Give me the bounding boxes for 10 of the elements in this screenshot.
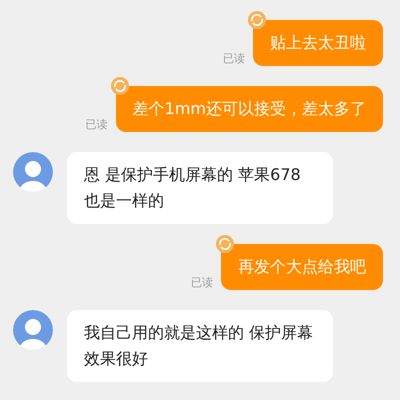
read-status: 已读 xyxy=(86,118,108,132)
read-status: 已读 xyxy=(191,276,213,290)
read-status: 已读 xyxy=(223,52,245,66)
badge-icon xyxy=(215,234,235,254)
badge-icon xyxy=(110,76,130,96)
avatar-icon[interactable] xyxy=(13,152,53,192)
avatar-icon[interactable] xyxy=(13,310,53,350)
message-bubble: 恩 是保护手机屏幕的 苹果678也是一样的 xyxy=(67,152,333,224)
message-bubble: 我自己用的就是这样的 保护屏幕效果很好 xyxy=(67,310,333,382)
badge-icon xyxy=(247,10,267,30)
